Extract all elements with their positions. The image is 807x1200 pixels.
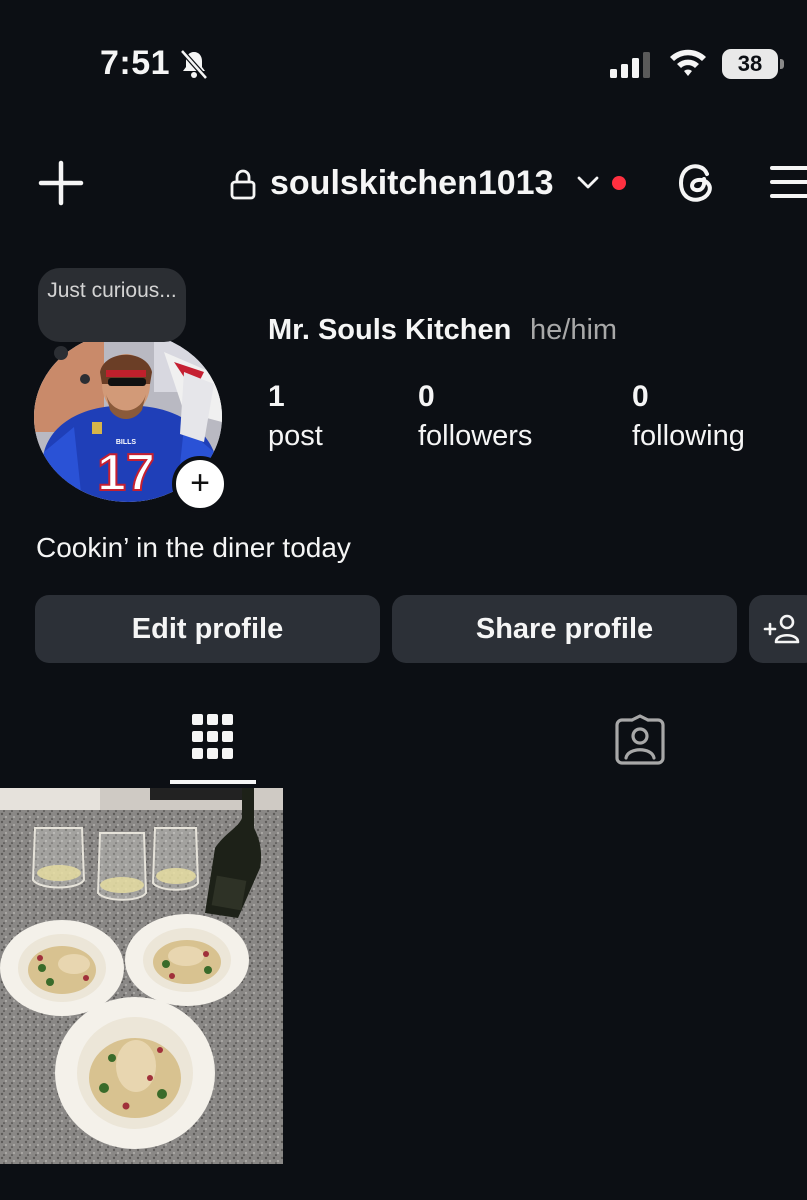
create-plus-icon[interactable] — [38, 160, 84, 206]
profile-note-bubble[interactable]: Just curious... — [38, 268, 186, 342]
add-person-icon — [763, 614, 800, 644]
following-count[interactable]: 0 — [632, 380, 649, 414]
threads-icon[interactable] — [674, 160, 720, 206]
selected-tab-indicator — [170, 780, 256, 784]
battery-indicator: 38 — [722, 49, 786, 79]
bell-muted-icon — [180, 49, 208, 80]
profile-bio: Cookin’ in the diner today — [36, 532, 351, 563]
pronouns: he/him — [530, 314, 618, 346]
jersey-text: BILLS — [116, 439, 137, 446]
food-plates-photo — [0, 788, 283, 1164]
wifi-icon — [670, 49, 706, 76]
posts-count[interactable]: 1 — [268, 380, 285, 414]
following-label[interactable]: following — [632, 420, 745, 453]
grid-icon[interactable] — [192, 714, 234, 762]
cellular-signal-icon — [610, 52, 650, 78]
posts-label[interactable]: post — [268, 420, 323, 453]
note-bubble-tail — [54, 346, 68, 360]
post-thumbnail[interactable] — [0, 788, 283, 1164]
notification-dot — [612, 176, 626, 190]
tagged-icon[interactable] — [614, 714, 666, 766]
battery-level: 38 — [722, 49, 778, 79]
share-profile-button[interactable]: Share profile — [392, 595, 737, 663]
chevron-down-icon[interactable] — [576, 174, 600, 192]
jersey-number: 17 — [97, 444, 155, 502]
add-story-button[interactable]: + — [172, 456, 228, 512]
menu-hamburger-icon[interactable] — [770, 162, 807, 202]
note-bubble-tail-small — [80, 374, 90, 384]
followers-label[interactable]: followers — [418, 420, 532, 453]
status-time: 7:51 — [100, 44, 171, 82]
display-name: Mr. Souls Kitchen — [268, 314, 512, 346]
edit-profile-button[interactable]: Edit profile — [35, 595, 380, 663]
account-username[interactable]: soulskitchen1013 — [270, 164, 553, 203]
lock-icon — [230, 169, 256, 200]
discover-people-button[interactable] — [749, 595, 807, 663]
followers-count[interactable]: 0 — [418, 380, 435, 414]
